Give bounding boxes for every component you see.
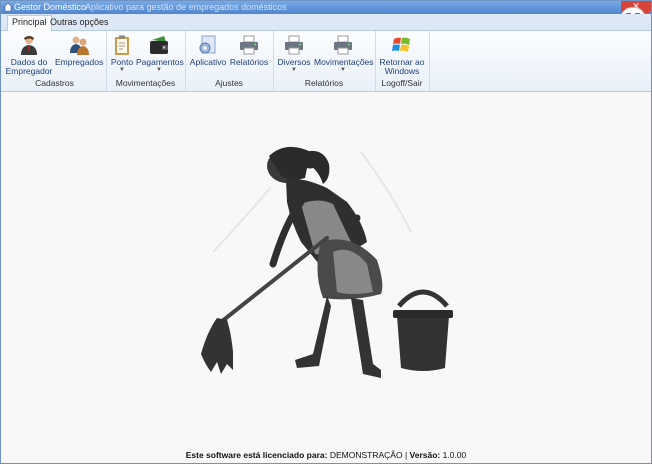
aplicativo-label: Aplicativo: [189, 57, 227, 67]
pagamentos-label: Pagamentos: [136, 57, 184, 67]
app-settings-icon: [199, 35, 216, 54]
pagamentos-dropdown-icon: ▼: [156, 67, 162, 73]
house-icon: [3, 2, 13, 12]
group-relatorios: Diversos ▼ Movimentações ▼ Relatórios: [273, 31, 376, 91]
printer-icon: [240, 35, 258, 55]
license-prefix: Este software está licenciado para:: [185, 450, 328, 460]
status-bar: Este software está licenciado para: DEMO…: [1, 448, 651, 463]
windows-icon: [392, 37, 410, 52]
retornar-windows-button[interactable]: Retornar ao Windows: [377, 34, 427, 76]
relatorios-movimentacoes-label: Movimentações: [314, 57, 374, 67]
ponto-button[interactable]: Ponto ▼: [109, 34, 135, 73]
version-value: 1.0.00: [442, 450, 467, 460]
printer-icon: [334, 35, 352, 55]
ponto-label: Ponto: [110, 57, 134, 67]
clipboard-icon: [115, 35, 129, 55]
window-title: Gestor Doméstico: [14, 2, 87, 12]
ribbon-tabs: Principal Outras opções: [1, 14, 651, 31]
diversos-dropdown-icon: ▼: [291, 67, 297, 73]
ribbon: Dados do Empregador Empregados Cadastros…: [1, 31, 651, 92]
group-label-relatorios: Relatórios: [304, 78, 344, 88]
window-subtitle: Aplicativo para gestão de empregados dom…: [85, 2, 287, 12]
group-movimentacoes: Ponto ▼ Pagamentos ▼ Movimentações: [106, 31, 186, 91]
person-icon: [21, 36, 37, 55]
title-bar[interactable]: Gestor Doméstico Aplicativo para gestão …: [1, 1, 651, 14]
group-label-logoff: Logoff/Sair: [381, 78, 423, 88]
dados-empregador-label: Dados do Empregador: [5, 57, 53, 76]
ajustes-relatorios-label: Relatórios: [229, 57, 269, 67]
licensee-name: DEMONSTRAÇÃO: [329, 450, 403, 460]
movimentacoes-dropdown-icon: ▼: [340, 67, 346, 73]
group-label-ajustes: Ajustes: [215, 78, 243, 88]
pagamentos-button[interactable]: Pagamentos ▼: [136, 34, 184, 73]
main-content: [1, 92, 651, 449]
status-separator: |: [404, 450, 408, 460]
group-cadastros: Dados do Empregador Empregados Cadastros: [3, 31, 107, 91]
ajustes-relatorios-button[interactable]: Relatórios: [229, 34, 269, 67]
relatorios-movimentacoes-button[interactable]: Movimentações ▼: [314, 34, 374, 73]
ponto-dropdown-icon: ▼: [119, 67, 125, 73]
diversos-button[interactable]: Diversos ▼: [275, 34, 313, 73]
group-label-movimentacoes: Movimentações: [115, 78, 176, 88]
empregados-label: Empregados: [55, 57, 104, 67]
group-logoff: Retornar ao Windows Logoff/Sair: [375, 31, 430, 91]
tab-principal[interactable]: Principal: [7, 15, 52, 31]
dados-empregador-button[interactable]: Dados do Empregador: [5, 34, 53, 76]
wallet-icon: [150, 36, 168, 54]
version-label: Versão:: [409, 450, 441, 460]
empregados-button[interactable]: Empregados: [55, 34, 103, 67]
maid-mopping-illustration: [201, 146, 453, 378]
group-ajustes: Aplicativo Relatórios Ajustes: [185, 31, 274, 91]
diversos-label: Diversos: [277, 57, 311, 67]
group-label-cadastros: Cadastros: [35, 78, 74, 88]
printer-icon: [285, 35, 303, 55]
people-icon: [70, 36, 89, 55]
retornar-windows-label: Retornar ao Windows: [379, 57, 425, 76]
tab-outras-opcoes[interactable]: Outras opções: [46, 16, 113, 29]
aplicativo-button[interactable]: Aplicativo: [188, 34, 228, 67]
app-window: Gestor Doméstico Aplicativo para gestão …: [0, 0, 652, 464]
